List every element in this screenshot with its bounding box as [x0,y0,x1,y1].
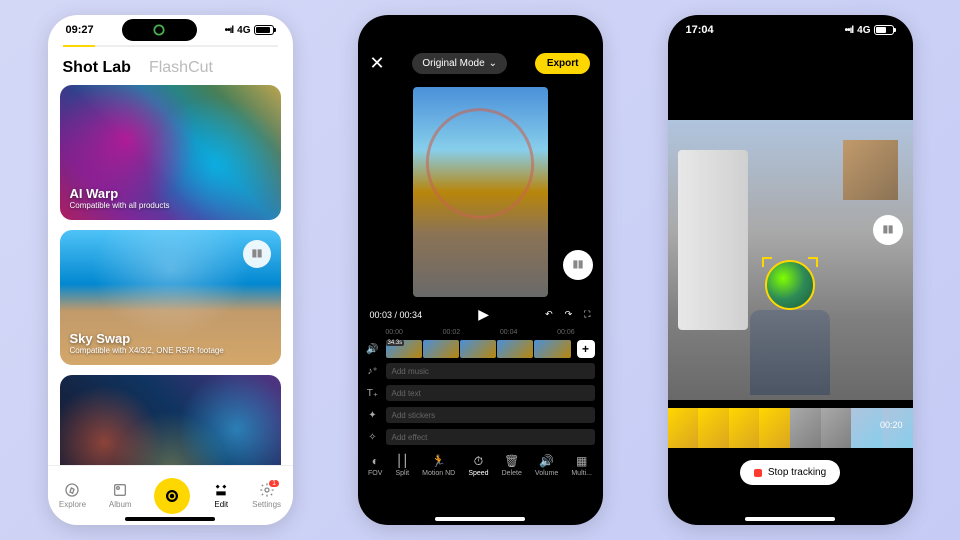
dynamic-island [742,19,817,41]
speed-icon: ⏱ [474,454,483,468]
sticker-icon: ✦ [366,410,380,421]
status-right: ••ıl 4G [845,25,895,36]
tutorial-icon[interactable] [563,250,593,280]
music-track[interactable]: ♪⁺Add music [358,360,603,382]
motion-icon: 🏃 [431,454,446,468]
status-time: 17:04 [686,24,714,36]
bottom-nav: Explore Album Edit 1 Settings [48,465,293,525]
timeline-thumbs[interactable] [668,408,913,448]
fullscreen-icon[interactable]: ⛶ [584,309,590,320]
export-button[interactable]: Export [535,53,591,74]
tracking-preview[interactable] [668,120,913,400]
status-network: 4G [857,25,870,36]
add-clip-button[interactable]: + [577,340,595,358]
tutorial-icon[interactable] [873,215,903,245]
transport-bar: 00:03 / 00:34 ▶ ↶ ↷ ⛶ [358,302,603,327]
status-bar [358,15,603,45]
home-indicator[interactable] [125,517,215,521]
nav-album[interactable]: Album [109,482,132,509]
tool-speed[interactable]: ⏱Speed [468,454,488,477]
effect-track[interactable]: ✧Add effect [358,426,603,448]
frame-thumb[interactable] [821,408,852,448]
nav-explore[interactable]: Explore [59,482,86,509]
time-display: 00:03 / 00:34 [370,310,423,320]
status-time: 09:27 [66,24,94,36]
card-title: Sky Swap [70,331,271,346]
settings-badge: 1 [269,480,279,487]
video-preview[interactable] [413,87,548,297]
phone-shotlab: 09:27 ••ıl 4G Shot Lab FlashCut AI Warp … [48,15,293,525]
split-icon: ⎮⎮ [396,454,409,468]
redo-icon[interactable]: ↷ [565,309,573,320]
timecode: 00:20 [880,420,903,430]
home-indicator[interactable] [435,517,525,521]
clip-thumb[interactable] [423,340,459,358]
play-button[interactable]: ▶ [478,306,489,323]
volume-icon: 🔊 [539,454,554,468]
status-bar: 09:27 ••ıl 4G [48,15,293,45]
status-network: 4G [237,25,250,36]
card-subtitle: Compatible with X4/3/2, ONE RS/R footage [70,346,271,355]
frame-thumb[interactable] [851,408,882,448]
frame-thumb[interactable] [668,408,699,448]
tab-flashcut[interactable]: FlashCut [149,59,213,77]
delete-icon: 🗑 [504,454,519,468]
text-track[interactable]: T₊Add text [358,382,603,404]
frame-thumb[interactable] [759,408,790,448]
music-icon: ♪⁺ [366,366,380,377]
tool-delete[interactable]: 🗑Delete [502,454,522,477]
clip-thumb[interactable] [534,340,570,358]
card-ai-warp[interactable]: AI Warp Compatible with all products [60,85,281,220]
time-ruler[interactable]: 00:00 00:02 00:04 00:06 [358,327,603,338]
card-title: AI Warp [70,186,271,201]
phone-editor: ✕ Original Mode ⌄ Export 00:03 / 00:34 ▶… [358,15,603,525]
card-subtitle: Compatible with all products [70,201,271,210]
nav-camera[interactable] [154,478,190,514]
video-track[interactable]: 🔊 + [358,338,603,360]
frame-thumb[interactable] [790,408,821,448]
card-sky-swap[interactable]: Sky Swap Compatible with X4/3/2, ONE RS/… [60,230,281,365]
home-indicator[interactable] [745,517,835,521]
frame-thumb[interactable] [698,408,729,448]
tracking-box [765,260,815,310]
tool-split[interactable]: ⎮⎮Split [395,454,409,477]
tool-motion[interactable]: 🏃Motion ND [422,454,455,477]
tutorial-icon[interactable] [243,240,271,268]
tracked-subject [743,260,838,400]
tool-row: ◐FOV ⎮⎮Split 🏃Motion ND ⏱Speed 🗑Delete 🔊… [358,448,603,483]
phone-tracking: 17:04 ••ıl 4G 00:20 Stop tracking [668,15,913,525]
battery-icon [874,25,894,35]
effect-icon: ✧ [366,432,380,443]
nav-edit[interactable]: Edit [213,482,229,509]
fov-icon: ◐ [372,454,379,468]
close-icon[interactable]: ✕ [370,53,385,74]
volume-icon[interactable]: 🔊 [366,344,380,355]
undo-icon[interactable]: ↶ [545,309,553,320]
text-icon: T₊ [366,388,380,399]
sticker-track[interactable]: ✦Add stickers [358,404,603,426]
tabs: Shot Lab FlashCut [48,47,293,85]
stop-tracking-button[interactable]: Stop tracking [740,460,840,485]
mode-dropdown[interactable]: Original Mode ⌄ [412,53,507,74]
tool-multi[interactable]: ▦Multi... [571,454,592,477]
tool-volume[interactable]: 🔊Volume [535,454,558,477]
tab-shot-lab[interactable]: Shot Lab [63,59,131,77]
frame-thumb[interactable] [729,408,760,448]
status-bar: 17:04 ••ıl 4G [668,15,913,45]
clip-thumb[interactable] [460,340,496,358]
nav-settings[interactable]: 1 Settings [252,482,281,509]
card-city[interactable] [60,375,281,465]
multi-icon: ▦ [576,454,587,468]
chevron-down-icon: ⌄ [489,58,497,69]
clip-thumb[interactable] [497,340,533,358]
card-list[interactable]: AI Warp Compatible with all products Sky… [48,85,293,465]
dynamic-island [122,19,197,41]
editor-header: ✕ Original Mode ⌄ Export [358,45,603,82]
status-right: ••ıl 4G [225,25,275,36]
clip-thumb[interactable] [386,340,422,358]
battery-icon [254,25,274,35]
tool-fov[interactable]: ◐FOV [368,454,382,477]
